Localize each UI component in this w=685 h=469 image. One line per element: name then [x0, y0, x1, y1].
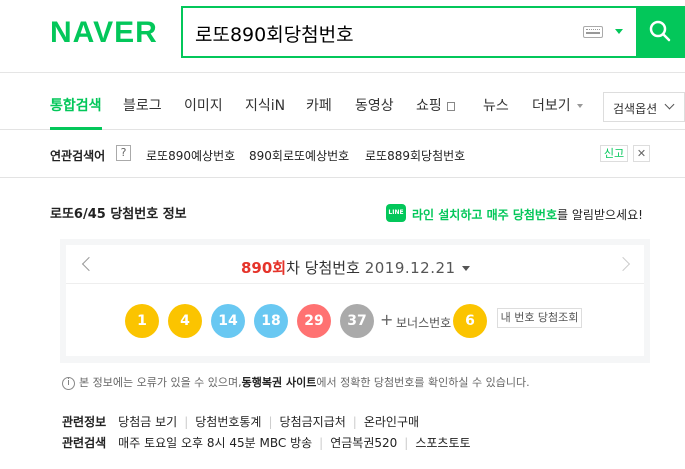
notice-text: 본 정보에는 오류가 있을 수 있으며,: [79, 376, 242, 389]
related-info-row: 관련정보 당첨금 보기 | 당첨번호통계 | 당첨금지급처 | 온라인구매: [62, 415, 420, 429]
chevron-down-icon: [664, 99, 675, 110]
draw-round-suffix: 차 당첨번호: [286, 259, 360, 277]
bonus-number-ball: 6: [453, 304, 487, 338]
tab-shopping-label: 쇼핑: [416, 98, 442, 114]
draw-round-selector[interactable]: 890회차 당첨번호 2019.12.21: [241, 257, 470, 278]
search-options-label: 검색옵션: [613, 102, 658, 116]
winning-number-ball: 14: [211, 304, 245, 338]
tab-more[interactable]: 더보기: [532, 95, 583, 115]
tab-cafe[interactable]: 카페: [306, 95, 332, 115]
related-search-link[interactable]: 스포츠토토: [415, 436, 470, 450]
related-search-link[interactable]: 매주 토요일 오후 8시 45분 MBC 방송: [118, 436, 312, 450]
related-search-label: 관련검색: [62, 436, 107, 450]
draw-round: 890회: [241, 259, 287, 277]
related-link[interactable]: 로또890예상번호: [146, 147, 235, 164]
tab-news[interactable]: 뉴스: [483, 95, 509, 115]
tab-shopping[interactable]: 쇼핑: [416, 95, 455, 115]
related-info-link[interactable]: 당첨번호통계: [195, 415, 261, 429]
tab-more-label: 더보기: [532, 98, 571, 114]
dhlottery-link[interactable]: 동행복권 사이트: [242, 376, 317, 389]
chevron-down-icon: [461, 266, 470, 271]
line-app-icon[interactable]: LINE: [386, 204, 406, 222]
lotto-panel: 890회차 당첨번호 2019.12.21 1 4 14 18 29 37 + …: [60, 239, 650, 363]
search-input[interactable]: [195, 16, 575, 50]
search-options-button[interactable]: 검색옵션: [603, 92, 685, 122]
info-icon: i: [62, 376, 75, 390]
related-search-row: 관련검색 매주 토요일 오후 8시 45분 MBC 방송 | 연금복권520 | 스포츠토…: [62, 436, 471, 450]
line-promo-text: 를 알림받으세요!: [557, 208, 643, 222]
search-button[interactable]: [636, 6, 685, 58]
tab-kin[interactable]: 지식iN: [245, 95, 285, 115]
lotto-section-title: 로또6/45 당첨번호 정보: [50, 207, 187, 222]
close-icon[interactable]: ✕: [633, 145, 650, 162]
tab-integrated[interactable]: 통합검색: [50, 95, 102, 115]
winning-number-ball: 29: [297, 304, 331, 338]
winning-number-ball: 4: [168, 304, 202, 338]
related-info-label: 관련정보: [62, 415, 107, 429]
winning-number-ball: 37: [340, 304, 374, 338]
plus-sign: +: [380, 310, 394, 329]
draw-header: 890회차 당첨번호 2019.12.21: [66, 245, 644, 284]
related-title: 연관검색어: [50, 149, 106, 163]
check-my-numbers-button[interactable]: 내 번호 당첨조회: [497, 308, 582, 328]
tab-blog[interactable]: 블로그: [123, 95, 162, 115]
winning-number-ball: 1: [125, 304, 159, 338]
line-promo-highlight: 라인 설치하고 매주 당첨번호: [412, 208, 558, 222]
notice: i 본 정보에는 오류가 있을 수 있으며,동행복권 사이트에서 정확한 당첨번호…: [62, 374, 530, 390]
keyboard-dropdown-icon[interactable]: [615, 29, 623, 34]
tab-video[interactable]: 동영상: [355, 95, 394, 115]
related-link[interactable]: 890회로또예상번호: [249, 147, 349, 164]
tab-image[interactable]: 이미지: [184, 95, 223, 115]
related-info-link[interactable]: 당첨금 보기: [118, 415, 177, 429]
search-tabs: 통합검색 블로그 이미지 지식iN 카페 동영상 쇼핑 뉴스 더보기 검색옵션: [0, 72, 685, 130]
report-button[interactable]: 신고: [600, 145, 628, 162]
bonus-label: 보너스번호: [396, 316, 452, 330]
keyboard-icon[interactable]: [583, 26, 603, 38]
next-round-icon[interactable]: [615, 256, 631, 272]
related-info-link[interactable]: 온라인구매: [364, 415, 419, 429]
related-searches: 연관검색어 ? 로또890예상번호 890회로또예상번호 로또889회당첨번호 …: [0, 130, 685, 178]
naver-logo[interactable]: NAVER: [50, 16, 158, 50]
lotto-card: 890회차 당첨번호 2019.12.21 1 4 14 18 29 37 + …: [66, 245, 644, 356]
line-promo-link[interactable]: 라인 설치하고 매주 당첨번호를 알림받으세요!: [412, 206, 643, 223]
header: NAVER: [0, 0, 685, 72]
chevron-down-icon: [576, 104, 583, 108]
related-link[interactable]: 로또889회당첨번호: [365, 147, 465, 164]
prev-round-icon[interactable]: [81, 256, 97, 272]
related-search-link[interactable]: 연금복권520: [330, 436, 397, 450]
search-box: [181, 6, 636, 58]
new-window-icon: [446, 101, 455, 111]
help-icon[interactable]: ?: [116, 145, 131, 161]
notice-text: 에서 정확한 당첨번호를 확인하실 수 있습니다.: [316, 376, 530, 389]
winning-number-ball: 18: [254, 304, 288, 338]
related-info-link[interactable]: 당첨금지급처: [280, 415, 346, 429]
search-icon: [649, 20, 671, 42]
draw-date: 2019.12.21: [364, 259, 456, 277]
